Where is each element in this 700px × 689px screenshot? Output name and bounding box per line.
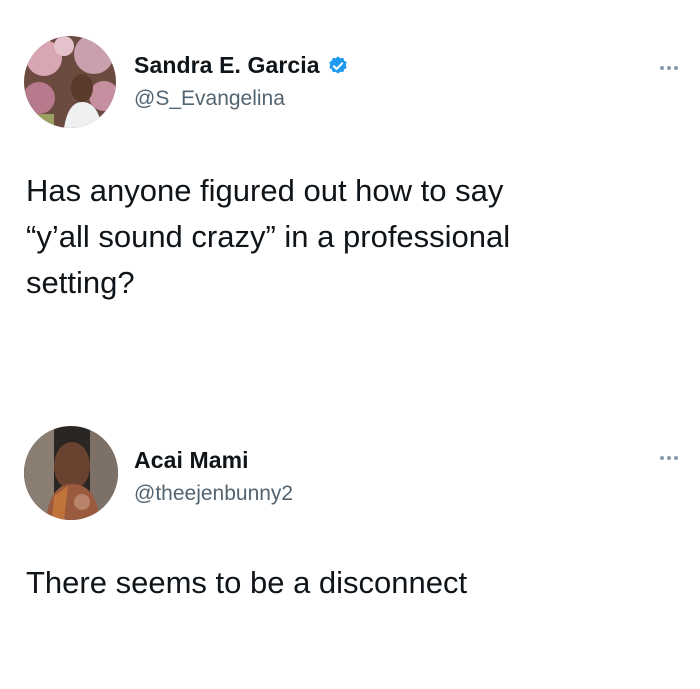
verified-badge-icon [327, 55, 349, 77]
tweet-text-line: Has anyone figured out how to say [26, 173, 504, 208]
profile-photo-icon [24, 426, 118, 520]
more-options-icon[interactable] [660, 456, 678, 460]
tweet-text-line: There seems to be a disconnect [26, 565, 468, 600]
avatar[interactable] [24, 36, 116, 128]
tweet-text: Has anyone figured out how to say “y’all… [26, 168, 510, 306]
more-options-icon[interactable] [660, 66, 678, 70]
display-name[interactable]: Acai Mami [134, 447, 249, 474]
tweet-reply[interactable]: Acai Mami @theejenbunny2 There seems to … [0, 390, 700, 689]
tweet-original[interactable]: Sandra E. Garcia @S_Evangelina Has anyon… [0, 0, 700, 390]
display-name[interactable]: Sandra E. Garcia [134, 52, 320, 79]
tweet-text: There seems to be a disconnect [26, 560, 467, 606]
avatar[interactable] [24, 426, 118, 520]
profile-photo-icon [24, 36, 116, 128]
handle[interactable]: @S_Evangelina [134, 87, 285, 111]
tweet-text-line: setting? [26, 265, 135, 300]
tweet-text-line: “y’all sound crazy” in a professional [26, 219, 511, 254]
handle[interactable]: @theejenbunny2 [134, 482, 293, 506]
